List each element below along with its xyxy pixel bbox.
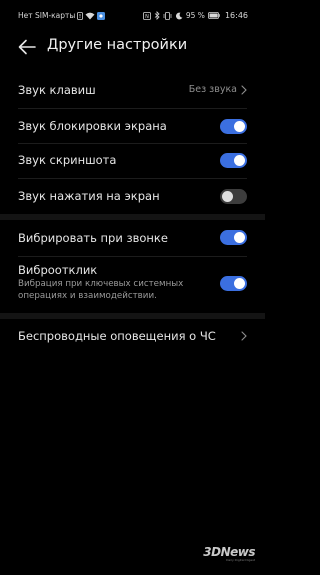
setting-vibrate-on-ring: Вибрировать при звонке	[0, 222, 265, 256]
key-sound-value: Без звука	[188, 84, 237, 95]
toggle-knob	[234, 121, 245, 132]
clock: 16:46	[224, 11, 248, 20]
nfc-icon: N	[142, 11, 151, 20]
chevron-right-icon	[241, 331, 247, 341]
vibrate-icon	[163, 11, 172, 20]
screenshot-sound-toggle[interactable]	[220, 153, 247, 168]
page-title: Другие настройки	[47, 37, 188, 53]
watermark-logo-text: 3DNews	[203, 545, 255, 559]
chevron-right-icon	[241, 84, 247, 95]
toggle-knob	[234, 232, 245, 243]
bluetooth-icon	[154, 11, 160, 20]
vibrate-on-ring-toggle[interactable]	[220, 230, 247, 245]
haptic-feedback-description: Вибрация при ключевых системных операция…	[18, 279, 184, 301]
emergency-alerts-chevron-wrap	[241, 331, 247, 341]
emergency-alerts-label: Беспроводные оповещения о ЧС	[18, 329, 216, 343]
toggle-knob	[234, 278, 245, 289]
touch-sound-toggle[interactable]	[220, 189, 247, 204]
carrier-text: Нет SIM-карты	[18, 11, 76, 20]
back-button[interactable]	[16, 36, 38, 58]
setting-key-sound[interactable]: Звук клавиш Без звука	[0, 76, 265, 108]
key-sound-value-wrap: Без звука	[189, 84, 247, 95]
header: Другие настройки	[0, 30, 265, 64]
svg-text:N: N	[145, 14, 149, 20]
section-separator	[0, 313, 265, 319]
status-bar-left: Нет SIM-карты	[18, 11, 106, 20]
vibrate-on-ring-label: Вибрировать при звонке	[18, 231, 168, 245]
setting-lock-sound: Звук блокировки экрана	[0, 109, 265, 143]
back-arrow-icon	[18, 39, 36, 55]
watermark-tagline: Daily Digital Digest	[226, 558, 255, 562]
watermark-logo: 3DNews Daily Digital Digest	[203, 545, 255, 565]
lock-sound-toggle[interactable]	[220, 119, 247, 134]
toggle-knob	[234, 155, 245, 166]
haptic-feedback-label: Виброотклик	[18, 263, 98, 277]
status-bar: Нет SIM-карты N 95 % 16:46	[0, 0, 265, 30]
lock-sound-label: Звук блокировки экрана	[18, 119, 167, 133]
key-sound-label: Звук клавиш	[18, 83, 96, 97]
do-not-disturb-icon	[175, 12, 183, 20]
setting-haptic-feedback: Виброотклик Вибрация при ключевых систем…	[0, 257, 265, 309]
app-notification-icon	[97, 11, 106, 20]
sim-warning-icon	[77, 11, 84, 20]
status-bar-right: N 95 % 16:46	[142, 11, 248, 20]
battery-icon	[208, 12, 220, 19]
haptic-feedback-toggle[interactable]	[220, 276, 247, 291]
setting-touch-sound: Звук нажатия на экран	[0, 179, 265, 213]
screenshot-sound-label: Звук скриншота	[18, 153, 117, 167]
battery-percent: 95 %	[185, 11, 205, 20]
setting-emergency-alerts[interactable]: Беспроводные оповещения о ЧС	[0, 321, 265, 353]
setting-screenshot-sound: Звук скриншота	[0, 144, 265, 178]
toggle-knob	[222, 191, 233, 202]
wifi-icon	[85, 12, 95, 20]
touch-sound-label: Звук нажатия на экран	[18, 189, 160, 203]
section-separator	[0, 214, 265, 220]
